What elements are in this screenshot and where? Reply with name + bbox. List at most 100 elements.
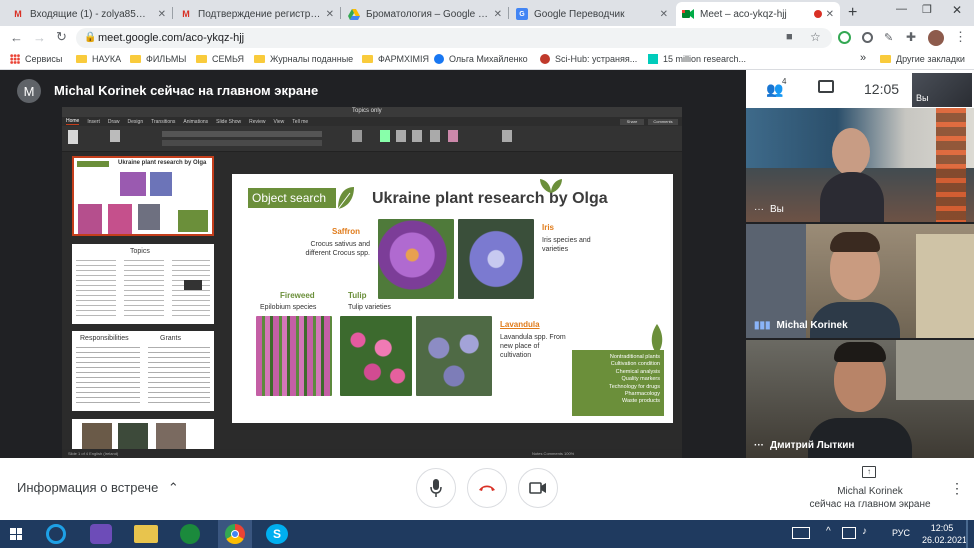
quick-styles-icon[interactable] [448,130,458,142]
ppt-tab-review[interactable]: Review [249,119,265,125]
bookmarks-more-button[interactable]: » [860,52,866,64]
ppt-tab-view[interactable]: View [274,119,285,125]
more-options-icon[interactable]: ⋮ [950,480,964,497]
close-icon[interactable]: ✕ [660,9,668,20]
extension-icon[interactable]: ✎ [884,31,893,44]
participant-tile-you[interactable]: ··· Вы [746,108,974,222]
network-icon[interactable] [842,527,856,539]
extension-circle-icon[interactable] [862,32,873,43]
profile-avatar[interactable] [928,30,944,46]
ppt-tab-slideshow[interactable]: Slide Show [216,119,241,125]
close-icon[interactable]: ✕ [158,9,166,20]
convert-smartart-icon[interactable] [352,130,362,142]
shapes-icon[interactable] [396,130,406,142]
extension-g-icon[interactable] [838,31,851,44]
close-window-button[interactable]: ✕ [952,3,962,17]
bookmark-folder-zhurnaly[interactable]: Журналы поданные [254,54,353,64]
close-icon[interactable]: ✕ [494,9,502,20]
menu-kebab-icon[interactable]: ⋮ [954,29,967,45]
tab-google-meet[interactable]: Meet – aco-ykqz-hjj ✕ [676,2,840,26]
google-drive-icon [348,8,360,20]
back-arrow-icon[interactable]: ← [10,30,23,45]
thumbnail-slide-3[interactable]: Responsibilities Grants [72,331,214,411]
volume-icon[interactable]: ♪ [862,526,867,537]
thumbnail-slide-4[interactable] [72,419,214,449]
skype-icon[interactable]: S [266,524,288,544]
bookmark-folder-farmkhimia[interactable]: ФАРМХІМІЯ [362,54,429,64]
other-bookmarks[interactable]: Другие закладки [880,54,965,64]
paragraph-controls[interactable] [162,140,322,146]
bookmark-researchgate[interactable]: 15 million research... [648,54,746,64]
font-controls[interactable] [162,131,322,137]
restore-button[interactable]: ❐ [922,3,932,16]
ppt-tab-draw[interactable]: Draw [108,119,120,125]
keyboard-icon[interactable] [792,527,810,539]
bookmark-folder-filmy[interactable]: ФИЛЬМЫ [130,54,186,64]
video-background [896,340,974,400]
picture-icon[interactable] [380,130,390,142]
extensions-puzzle-icon[interactable]: ✚ [906,30,916,44]
thumbnail-slide-1[interactable]: Ukraine plant research by Olga [72,156,214,236]
tab-label: Meet – aco-ykqz-hjj [700,8,787,20]
design-ideas-icon[interactable] [502,130,512,142]
close-icon[interactable]: ✕ [826,9,834,20]
ppt-tab-design[interactable]: Design [128,119,144,125]
textbox-icon[interactable] [412,130,422,142]
participant-tile-michal[interactable]: ▮▮▮ Michal Korinek [746,224,974,338]
folder-icon [76,55,87,63]
tab-gmail-registration[interactable]: M Подтверждение регистрации · ✕ [174,2,340,26]
present-now-icon[interactable]: ↑ [862,466,876,478]
ppt-tab-transitions[interactable]: Transitions [151,119,175,125]
internet-explorer-icon[interactable] [46,524,66,544]
bookmark-star-icon[interactable]: ☆ [810,30,821,44]
ppt-tab-home[interactable]: Home [66,118,80,125]
bookmark-services[interactable]: Сервисы [10,54,62,64]
reload-icon[interactable]: ↻ [56,29,67,45]
file-explorer-icon[interactable] [134,525,158,543]
show-desktop-button[interactable] [966,520,968,548]
tab-gmail-inbox[interactable]: M Входящие (1) - zolya85@gmail. ✕ [6,2,172,26]
facebook-icon [434,54,444,64]
participant-body [808,418,912,458]
participants-icon[interactable]: 👥 [766,81,783,98]
camera-button[interactable] [518,468,558,508]
ppt-tab-insert[interactable]: Insert [87,119,100,125]
meeting-info-button[interactable]: Информация о встрече ⌃ [17,480,179,496]
bookmark-folder-nauka[interactable]: НАУКА [76,54,121,64]
chrome-taskbar-button[interactable] [218,520,252,548]
participant-tile-dmitry[interactable]: ··· Дмитрий Лыткин [746,340,974,458]
tab-google-translate[interactable]: G Google Переводчик ✕ [510,2,674,26]
thumbnail-slide-2[interactable]: Topics [72,244,214,324]
minimize-button[interactable]: — [896,3,907,15]
bookmark-facebook[interactable]: Ольга Михайленко [434,54,528,64]
bookmark-scihub[interactable]: Sci-Hub: устраняя... [540,54,637,64]
tab-google-drive[interactable]: Броматология – Google Диск ✕ [342,2,508,26]
bookmark-folder-semya[interactable]: СЕМЬЯ [196,54,244,64]
ppt-tab-tellme[interactable]: Tell me [292,119,308,125]
viber-icon[interactable] [90,524,112,544]
new-tab-button[interactable]: + [848,4,857,22]
chat-icon[interactable] [818,80,834,93]
icq-icon[interactable] [180,524,200,544]
camera-in-use-icon[interactable]: ■ [786,31,793,43]
gmail-icon: M [182,9,190,19]
system-clock[interactable]: 12:05 26.02.2021 [922,522,967,546]
ppt-comments-button[interactable]: Comments [648,119,678,125]
close-icon[interactable]: ✕ [326,9,334,20]
paste-icon[interactable] [68,130,78,144]
ppt-share-button[interactable]: Share [620,119,644,125]
omnibox[interactable]: 🔒 meet.google.com/aco-ykqz-hjj ■ ☆ [76,28,832,48]
tray-up-arrow-icon[interactable]: ^ [826,526,831,537]
microphone-button[interactable] [416,468,456,508]
leave-call-button[interactable] [467,468,507,508]
ppt-tab-animations[interactable]: Animations [183,119,208,125]
green-box-line: Technology for drugs [608,383,660,390]
arrange-icon[interactable] [430,130,440,142]
new-slide-icon[interactable] [110,130,120,142]
camera-icon [529,482,546,494]
forward-arrow-icon[interactable]: → [33,30,46,45]
input-language[interactable]: РУС [892,528,910,538]
folder-icon [196,55,207,63]
windows-start-icon[interactable] [10,528,22,540]
presenting-status[interactable]: Michal Korinek сейчас на главном экране [790,485,950,511]
